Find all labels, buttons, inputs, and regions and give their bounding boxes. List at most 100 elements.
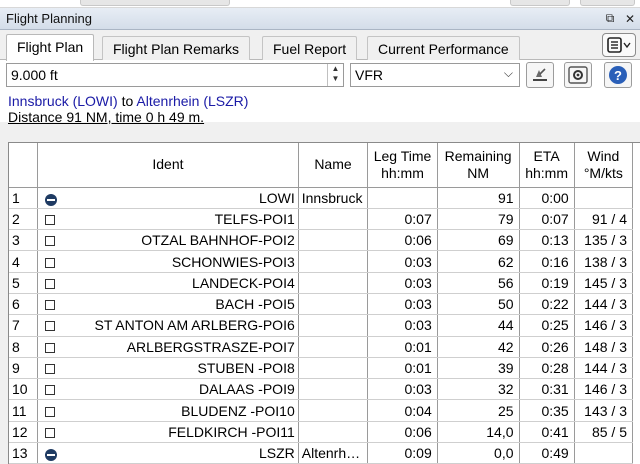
leg-time-cell-text: 0:06 (404, 423, 432, 440)
table-row[interactable]: 12 FELDKIRCH -POI11 0:06 14,0 0:41 85 / 5 (9, 421, 634, 444)
table-row[interactable]: 11 BLUDENZ -POI10 0:04 25 0:35 143 / 3 (9, 399, 634, 422)
eta-cell: 0:19 (519, 272, 575, 294)
eta-cell: 0:22 (519, 293, 575, 316)
remaining-cell-text: 69 (497, 232, 514, 249)
ident-cell[interactable]: LSZR (37, 442, 299, 464)
menu-button[interactable] (602, 33, 636, 57)
remaining-cell-text: 32 (497, 381, 514, 398)
leg-time-cell: 0:03 (367, 272, 438, 294)
header-ident[interactable]: Ident (37, 143, 299, 188)
checkbox[interactable] (45, 257, 56, 268)
flight-rules-select[interactable]: VFR ⌵ (350, 63, 520, 87)
ident-cell[interactable]: TELFS-POI1 (37, 208, 299, 231)
table-row[interactable]: 4 SCHONWIES-POI3 0:03 62 0:16 138 / 3 (9, 250, 634, 273)
ident-cell[interactable]: FELDKIRCH -POI11 (37, 421, 299, 444)
settings-button[interactable] (564, 62, 592, 88)
tab-flight-plan[interactable]: Flight Plan (6, 34, 95, 61)
remaining-cell: 56 (437, 272, 520, 294)
tab-flight-plan-remarks[interactable]: Flight Plan Remarks (102, 36, 251, 60)
help-button[interactable]: ? (604, 62, 632, 88)
altitude-value: 9.000 ft (11, 67, 58, 83)
checkbox[interactable] (45, 214, 56, 225)
checkbox[interactable] (45, 236, 56, 247)
ident-cell[interactable]: DALAAS -POI9 (37, 378, 299, 401)
altitude-stepper[interactable]: ▲ ▼ (327, 64, 343, 86)
tab-fuel-report[interactable]: Fuel Report (262, 36, 358, 60)
leg-time-cell: 0:07 (367, 208, 438, 231)
departure-link[interactable]: Innsbruck (LOWI) (8, 93, 118, 109)
altitude-input[interactable]: 9.000 ft ▲ ▼ (6, 63, 344, 87)
ident-cell[interactable]: LOWI (37, 187, 299, 209)
row-number-cell-text: 3 (12, 232, 20, 249)
ident-cell[interactable]: SCHONWIES-POI3 (37, 250, 299, 273)
table-row[interactable]: 1 LOWI Innsbruck 91 0:00 (9, 187, 634, 209)
wind-cell: 144 / 3 (574, 357, 634, 380)
checkbox[interactable] (45, 300, 56, 311)
eta-cell: 0:41 (519, 421, 575, 444)
header-wind[interactable]: Wind °M/kts (574, 143, 634, 188)
checkbox[interactable] (45, 342, 56, 353)
table-row[interactable]: 2 TELFS-POI1 0:07 79 0:07 91 / 4 (9, 208, 634, 231)
leg-time-cell: 0:03 (367, 250, 438, 273)
remaining-cell-text: 14,0 (486, 423, 514, 440)
ident-cell[interactable]: BLUDENZ -POI10 (37, 399, 299, 422)
header-name[interactable]: Name (298, 143, 369, 188)
wind-cell: 148 / 3 (574, 336, 634, 358)
wind-cell-text: 146 / 3 (584, 381, 627, 398)
wind-cell: 135 / 3 (574, 229, 634, 252)
table-row[interactable]: 9 STUBEN -POI8 0:01 39 0:28 144 / 3 (9, 357, 634, 380)
table-row[interactable]: 13 LSZR Altenrh… 0:09 0,0 0:49 (9, 442, 634, 464)
header-remaining[interactable]: Remaining NM (437, 143, 520, 188)
table-row[interactable]: 5 LANDECK-POI4 0:03 56 0:19 145 / 3 (9, 272, 634, 294)
row-number-cell-text: 4 (12, 253, 20, 270)
leg-time-cell-text: 0:03 (404, 253, 432, 270)
header-leg-time-line2: hh:mm (381, 164, 424, 181)
remaining-cell-text: 42 (497, 338, 514, 355)
ident-cell-text: BACH -POI5 (215, 296, 295, 313)
checkbox[interactable] (45, 427, 56, 438)
ident-cell[interactable]: STUBEN -POI8 (37, 357, 299, 380)
wind-cell-text: 91 / 4 (591, 210, 627, 227)
header-rownum (9, 143, 39, 188)
window-pin-icon[interactable]: ⧉ (600, 11, 620, 26)
checkbox[interactable] (45, 364, 56, 375)
ident-cell[interactable]: ARLBERGSTRASZE-POI7 (37, 336, 299, 358)
table-row[interactable]: 3 OTZAL BAHNHOF-POI2 0:06 69 0:13 135 / 3 (9, 229, 634, 252)
eta-cell: 0:35 (519, 399, 575, 422)
checkbox[interactable] (45, 278, 56, 289)
wind-cell-text: 144 / 3 (584, 360, 627, 377)
table-row[interactable]: 6 BACH -POI5 0:03 50 0:22 144 / 3 (9, 293, 634, 316)
eta-cell: 0:28 (519, 357, 575, 380)
wind-cell: 143 / 3 (574, 399, 634, 422)
header-leg-time[interactable]: Leg Time hh:mm (367, 143, 438, 188)
ident-cell[interactable]: OTZAL BAHNHOF-POI2 (37, 229, 299, 252)
checkbox[interactable] (45, 321, 56, 332)
destination-link[interactable]: Altenrhein (LSZR) (136, 93, 248, 109)
tab-current-performance[interactable]: Current Performance (367, 36, 520, 60)
row-number-cell-text: 9 (12, 360, 20, 377)
checkbox[interactable] (45, 406, 56, 417)
name-cell (298, 229, 369, 252)
header-eta-line2: hh:mm (525, 164, 568, 181)
name-cell: Altenrh… (298, 442, 369, 464)
wind-cell: 144 / 3 (574, 293, 634, 316)
table-row[interactable]: 8 ARLBERGSTRASZE-POI7 0:01 42 0:26 148 / 3 (9, 336, 634, 358)
ident-cell[interactable]: BACH -POI5 (37, 293, 299, 316)
remaining-cell-text: 91 (497, 189, 514, 206)
wind-cell-text: 85 / 5 (591, 423, 627, 440)
leg-time-cell-text: 0:01 (404, 360, 432, 377)
eta-cell: 0:00 (519, 187, 575, 209)
name-cell (298, 378, 369, 401)
window-close-icon[interactable]: ✕ (620, 12, 640, 26)
table-row[interactable]: 7 ST ANTON AM ARLBERG-POI6 0:03 44 0:25 146 /… (9, 314, 634, 337)
runway-button[interactable] (526, 62, 554, 88)
ident-cell[interactable]: LANDECK-POI4 (37, 272, 299, 294)
header-eta[interactable]: ETA hh:mm (519, 143, 575, 188)
table-row[interactable]: 10 DALAAS -POI9 0:03 32 0:31 146 / 3 (9, 378, 634, 401)
ident-cell[interactable]: ST ANTON AM ARLBERG-POI6 (37, 314, 299, 337)
remaining-cell: 42 (437, 336, 520, 358)
checkbox[interactable] (45, 385, 56, 396)
row-number-cell-text: 1 (12, 189, 20, 206)
wind-cell: 91 / 4 (574, 208, 634, 231)
remaining-cell-text: 25 (497, 402, 514, 419)
